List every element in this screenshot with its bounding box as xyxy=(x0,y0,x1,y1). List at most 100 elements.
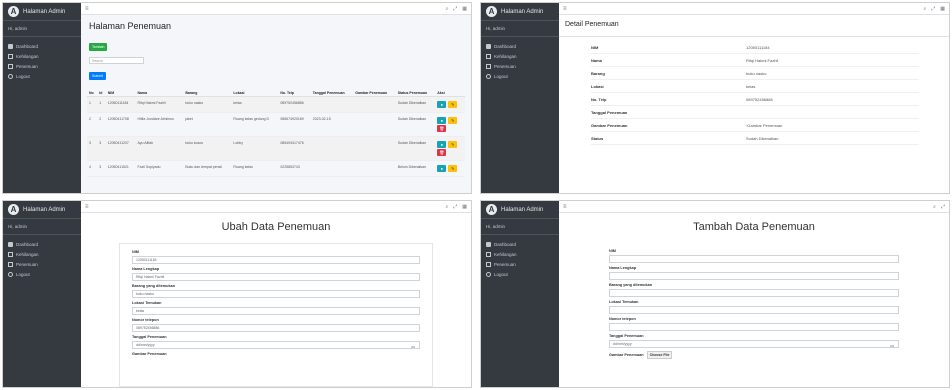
add-button[interactable]: Tambah xyxy=(89,43,108,51)
brand[interactable]: A Halaman Admin xyxy=(481,201,559,219)
sidebar-item-penemuan[interactable]: Penemuan xyxy=(3,259,81,269)
sidebar-item-dashboard[interactable]: Dashboard xyxy=(481,41,559,51)
cell: 2 xyxy=(97,112,106,137)
edit-icon xyxy=(486,261,491,267)
sidebar-item-label: Logout xyxy=(16,73,30,79)
edit-form: NIM 12050111184 Nama Lengkap Rifqi Hakmi… xyxy=(119,243,433,387)
nama-field[interactable] xyxy=(609,272,899,280)
barang-field[interactable] xyxy=(609,289,899,297)
sidebar: A Halaman Admin Hi, admin Dashboard Kehil… xyxy=(3,201,81,387)
search-icon[interactable]: ⌕ xyxy=(933,204,936,210)
sidebar-nav: Dashboard Kehilangan Penemuan Logout xyxy=(3,235,81,279)
sidebar-item-logout[interactable]: Logout xyxy=(3,269,81,279)
cell: Ruang kelas xyxy=(231,160,279,177)
cell xyxy=(353,136,396,161)
sidebar-item-penemuan[interactable]: Penemuan xyxy=(481,259,559,269)
brand-title: Halaman Admin xyxy=(501,8,544,15)
sidebar-item-penemuan[interactable]: Penemuan xyxy=(3,61,81,71)
grid-icon[interactable]: ▦ xyxy=(462,6,467,12)
add-form: NIM Nama Lengkap Barang yang ditemukan L… xyxy=(597,243,911,387)
brand[interactable]: A Halaman Admin xyxy=(3,3,81,21)
cell: 2 xyxy=(87,112,98,137)
brand[interactable]: A Halaman Admin xyxy=(481,3,559,21)
lokasi-field[interactable]: kelas xyxy=(132,307,420,315)
user-name[interactable]: Hi, admin xyxy=(3,219,81,235)
brand[interactable]: A Halaman Admin xyxy=(3,201,81,219)
cell: jaket xyxy=(183,112,232,137)
edit-icon xyxy=(486,63,491,69)
search-button[interactable]: Submit xyxy=(89,72,106,80)
main-content: Tambah Data Penemuan NIM Nama Lengkap Ba… xyxy=(559,213,949,387)
sidebar-item-dashboard[interactable]: Dashboard xyxy=(3,41,81,51)
topbar: ≡ ⌕ ⤢ ▦ xyxy=(81,201,471,213)
grid-icon[interactable]: ▦ xyxy=(462,204,467,210)
grid-icon[interactable]: ▦ xyxy=(940,6,945,12)
nim-label: NIM xyxy=(609,249,616,253)
sidebar-item-kehilangan[interactable]: Kehilangan xyxy=(3,249,81,259)
view-icon[interactable]: ● xyxy=(437,117,447,124)
sidebar-item-kehilangan[interactable]: Kehilangan xyxy=(3,51,81,61)
date-placeholder: dd/mm/yyyy xyxy=(613,342,632,346)
sidebar-item-dashboard[interactable]: Dashboard xyxy=(481,239,559,249)
hamburger-icon[interactable]: ≡ xyxy=(563,204,567,210)
view-icon[interactable]: ● xyxy=(437,141,447,148)
main-content: Detail Penemuan NIM 12050111184 Nama Rifqi… xyxy=(559,15,949,193)
barang-label: Barang yang ditemukan xyxy=(609,283,653,287)
telp-field[interactable]: 089752456886 xyxy=(132,324,420,332)
user-name[interactable]: Hi, admin xyxy=(3,21,81,37)
tanggal-field[interactable]: dd/mm/yyyy ▭ xyxy=(132,341,420,349)
search-icon[interactable]: ⌕ xyxy=(923,6,926,12)
detail-card: Detail Penemuan NIM 12050111184 Nama Rifqi… xyxy=(559,15,949,193)
lokasi-label: Lokasi Temukan xyxy=(132,301,162,305)
edit-icon[interactable]: ✎ xyxy=(448,117,458,124)
actions-cell: ● ✎ 🗑 xyxy=(435,136,465,161)
barang-field[interactable]: buku nasko xyxy=(132,290,420,298)
hamburger-icon[interactable]: ≡ xyxy=(85,204,89,210)
calendar-icon[interactable]: ▭ xyxy=(890,342,894,349)
user-name[interactable]: Hi, admin xyxy=(481,219,559,235)
lokasi-field[interactable] xyxy=(609,306,899,314)
expand-icon[interactable]: ⤢ xyxy=(453,6,457,12)
detail-row-lokasi: Lokasi kelas xyxy=(591,80,919,93)
view-icon[interactable]: ● xyxy=(437,101,447,108)
dashboard-icon xyxy=(486,43,491,49)
detail-row-tanggal: Tanggal Penemuan xyxy=(591,106,919,119)
sidebar-nav: Dashboard Kehilangan Penemuan Logout xyxy=(3,37,81,81)
calendar-icon[interactable]: ▭ xyxy=(411,343,415,350)
sidebar-item-kehilangan[interactable]: Kehilangan xyxy=(481,249,559,259)
choose-file-button[interactable]: Choose File xyxy=(646,351,673,359)
expand-icon[interactable]: ⤢ xyxy=(453,204,457,210)
search-input[interactable]: Search xyxy=(89,57,144,64)
edit-icon[interactable]: ✎ xyxy=(448,141,458,148)
edit-icon[interactable]: ✎ xyxy=(448,165,458,172)
search-icon[interactable]: ⌕ xyxy=(445,204,448,210)
cell: 2023-02-15 xyxy=(310,112,354,137)
view-icon[interactable]: ● xyxy=(437,165,447,172)
nim-field[interactable]: 12050111184 xyxy=(132,256,420,264)
detail-row-gambar: Gambar Penemuan ▫Gambar Penemuan xyxy=(591,119,919,132)
hamburger-icon[interactable]: ≡ xyxy=(563,6,567,12)
hamburger-icon[interactable]: ≡ xyxy=(85,6,89,12)
expand-icon[interactable]: ⤢ xyxy=(941,204,945,210)
sidebar-item-logout[interactable]: Logout xyxy=(481,71,559,81)
tanggal-field[interactable]: dd/mm/yyyy ▭ xyxy=(609,340,899,348)
detail-row-telp: No. Telp 089752456886 xyxy=(591,93,919,106)
search-icon[interactable]: ⌕ xyxy=(445,6,448,12)
sidebar-item-penemuan[interactable]: Penemuan xyxy=(481,61,559,71)
nama-label: Nama Lengkap xyxy=(132,267,160,271)
cell: Lobby xyxy=(231,136,279,161)
sidebar-item-dashboard[interactable]: Dashboard xyxy=(3,239,81,249)
user-name[interactable]: Hi, admin xyxy=(481,21,559,37)
sidebar-item-logout[interactable]: Logout xyxy=(3,71,81,81)
nim-field[interactable] xyxy=(609,255,899,263)
detail-row-nama: Nama Rifqi Hakmi Fazhil xyxy=(591,54,919,67)
edit-icon[interactable]: ✎ xyxy=(448,101,458,108)
delete-icon[interactable]: 🗑 xyxy=(437,149,447,156)
expand-icon[interactable]: ⤢ xyxy=(931,6,935,12)
nama-field[interactable]: Rifqi Hakmi Fazhil xyxy=(132,273,420,281)
sidebar-item-logout[interactable]: Logout xyxy=(481,269,559,279)
sidebar-item-kehilangan[interactable]: Kehilangan xyxy=(481,51,559,61)
telp-field[interactable] xyxy=(609,323,899,331)
delete-icon[interactable]: 🗑 xyxy=(437,125,447,132)
penemuan-list-panel: A Halaman Admin Hi, admin Dashboard Kehil… xyxy=(2,2,472,194)
